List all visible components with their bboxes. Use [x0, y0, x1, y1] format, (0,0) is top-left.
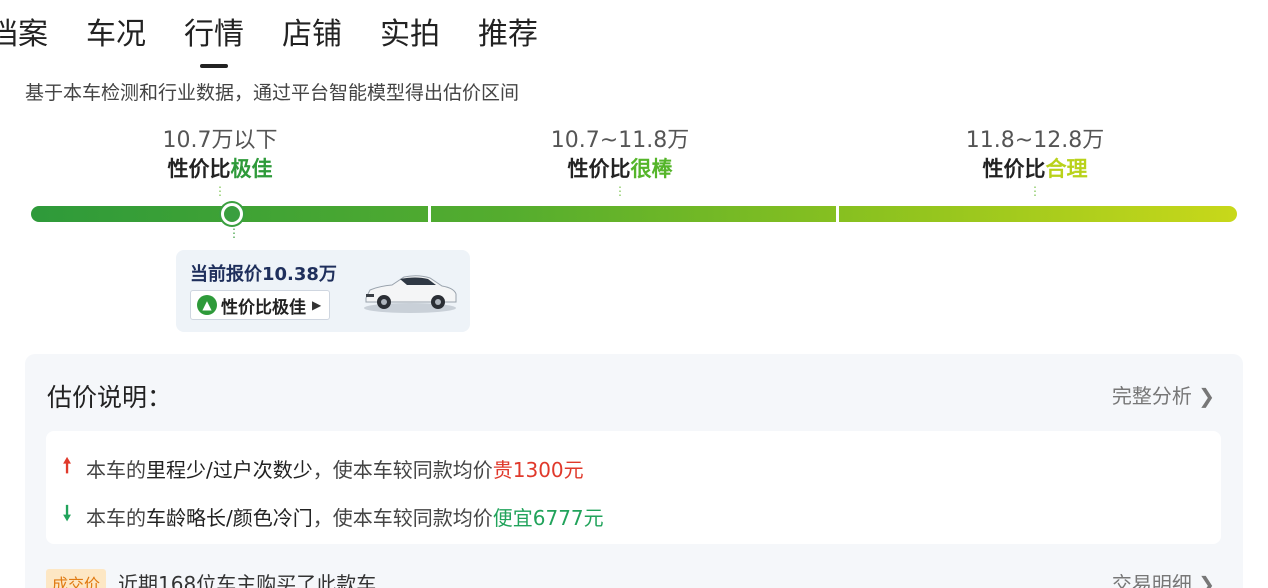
bar-divider [836, 204, 839, 224]
tab-recommend[interactable]: 推荐 [478, 14, 538, 56]
deal-tag: 成交价 [46, 568, 107, 588]
up-circle-icon: ▲ [197, 295, 217, 315]
reason-list: 🠕 本车的 里程少/过户次数少 ，使本车较同款均价 贵1300元 🠗 本车的 车龄略长/… [46, 431, 1221, 544]
full-analysis-link[interactable]: 完整分析 ❯ [1112, 380, 1215, 409]
price-band-fair: 11.8~12.8万 性价比合理 ⋮ [905, 127, 1165, 197]
band-label: 性价比很棒 [567, 157, 673, 181]
marker-dots: ⋮ [228, 226, 240, 240]
band-range: 10.7万以下 [162, 128, 278, 153]
band-range: 11.8~12.8万 [965, 128, 1105, 153]
bar-divider [428, 204, 431, 224]
reason-item: 🠕 本车的 里程少/过户次数少 ，使本车较同款均价 贵1300元 [60, 451, 584, 485]
badge-label: 性价比极佳 [221, 297, 306, 318]
value-rating-badge[interactable]: ▲ 性价比极佳 ▶ [190, 290, 331, 320]
reason-item: 🠗 本车的 车龄略长/颜色冷门 ，使本车较同款均价 便宜6777元 [60, 499, 604, 533]
current-price: 当前报价10.38万 [190, 264, 337, 285]
tab-bar: 档案 车况 行情 店铺 实拍 推荐 [0, 14, 576, 68]
tab-store[interactable]: 店铺 [282, 14, 342, 56]
recent-deals: 成交价 近期168位车主购买了此款车 [46, 568, 376, 588]
car-image [364, 275, 457, 313]
price-delta: 便宜6777元 [492, 505, 604, 530]
current-price-card: 当前报价10.38万 ▲ 性价比极佳 ▶ [176, 250, 470, 332]
band-dots: ⋮ [214, 184, 226, 198]
deal-text: 近期168位车主购买了此款车 [118, 572, 377, 588]
band-dots: ⋮ [614, 184, 626, 198]
price-band-great: 10.7~11.8万 性价比很棒 ⋮ [490, 127, 750, 197]
price-delta: 贵1300元 [492, 457, 584, 482]
tab-archive[interactable]: 档案 [0, 14, 48, 56]
tab-market[interactable]: 行情 [184, 14, 244, 68]
panel-title: 估价说明： [47, 383, 173, 412]
band-label: 性价比极佳 [167, 157, 273, 181]
down-arrow-icon: 🠗 [62, 501, 72, 525]
price-band-excellent: 10.7万以下 性价比极佳 ⋮ [90, 127, 350, 197]
tab-condition[interactable]: 车况 [86, 14, 146, 56]
valuation-subtitle: 基于本车检测和行业数据，通过平台智能模型得出估价区间 [25, 82, 520, 104]
tab-photos[interactable]: 实拍 [380, 14, 440, 56]
price-range-bar [31, 206, 1237, 222]
band-dots: ⋮ [1029, 184, 1041, 198]
band-label: 性价比合理 [982, 157, 1088, 181]
band-range: 10.7~11.8万 [550, 128, 690, 153]
play-triangle-icon: ▶ [312, 298, 322, 312]
up-arrow-icon: 🠕 [62, 453, 72, 477]
current-price-marker [221, 203, 243, 225]
deal-details-link[interactable]: 交易明细 ❯ [1112, 568, 1215, 588]
valuation-explanation-panel: 估价说明： 完整分析 ❯ 🠕 本车的 里程少/过户次数少 ，使本车较同款均价 贵130… [25, 354, 1243, 588]
